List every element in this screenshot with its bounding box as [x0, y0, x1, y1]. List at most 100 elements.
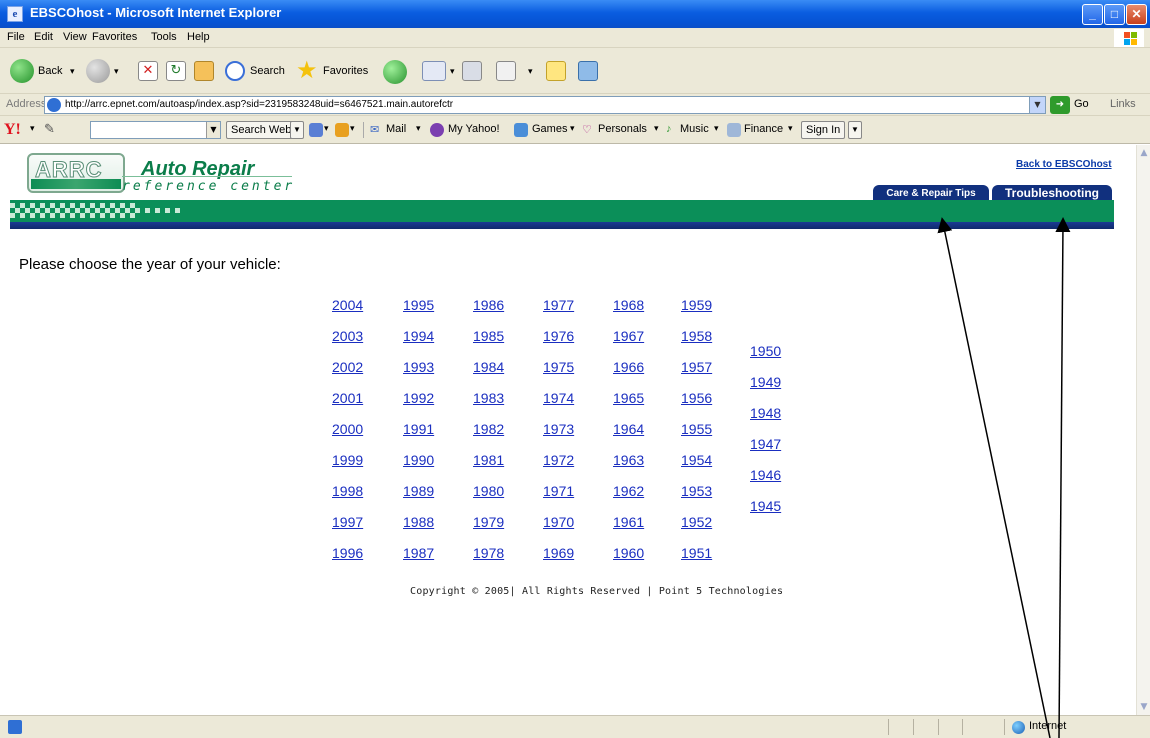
arrc-logo[interactable]: ARRC	[27, 153, 125, 193]
menu-edit[interactable]: Edit	[34, 31, 53, 43]
mail-envelope-icon[interactable]: ✉	[370, 123, 379, 136]
year-link-1947[interactable]: 1947	[750, 436, 781, 452]
year-link-1960[interactable]: 1960	[613, 545, 644, 561]
refresh-icon[interactable]: ↻	[166, 61, 186, 81]
year-link-1981[interactable]: 1981	[473, 452, 504, 468]
menu-file[interactable]: File	[7, 31, 25, 43]
edit-icon[interactable]	[496, 61, 516, 81]
sign-in-dropdown-icon[interactable]: ▼	[848, 121, 862, 139]
home-icon[interactable]	[194, 61, 214, 81]
stop-icon[interactable]: ✕	[138, 61, 158, 81]
year-link-1997[interactable]: 1997	[332, 514, 363, 530]
year-link-1949[interactable]: 1949	[750, 374, 781, 390]
year-link-1973[interactable]: 1973	[543, 421, 574, 437]
year-link-1965[interactable]: 1965	[613, 390, 644, 406]
highlight-icon[interactable]	[309, 123, 323, 137]
search-web-dropdown-icon[interactable]: ▼	[290, 121, 304, 139]
year-link-1966[interactable]: 1966	[613, 359, 644, 375]
maximize-button[interactable]: □	[1104, 4, 1125, 25]
close-button[interactable]: ✕	[1126, 4, 1147, 25]
year-link-1975[interactable]: 1975	[543, 359, 574, 375]
search-web-button[interactable]: Search Web	[226, 121, 297, 139]
my-yahoo-link[interactable]: My Yahoo!	[448, 123, 500, 135]
mail-menu-dropdown-icon[interactable]: ▾	[416, 123, 421, 134]
back-button-label[interactable]: Back	[38, 59, 62, 83]
mail-dropdown-icon[interactable]: ▾	[450, 59, 455, 83]
year-link-1971[interactable]: 1971	[543, 483, 574, 499]
messenger-icon[interactable]	[578, 61, 598, 81]
year-link-1979[interactable]: 1979	[473, 514, 504, 530]
menu-view[interactable]: View	[63, 31, 87, 43]
year-link-1993[interactable]: 1993	[403, 359, 434, 375]
year-link-1985[interactable]: 1985	[473, 328, 504, 344]
search-button-label[interactable]: Search	[250, 59, 285, 83]
yahoo-logo-icon[interactable]: Y!	[4, 121, 21, 139]
year-link-1969[interactable]: 1969	[543, 545, 574, 561]
go-arrow-icon[interactable]: ➜	[1050, 96, 1070, 114]
year-link-1962[interactable]: 1962	[613, 483, 644, 499]
back-to-ebscohost-link[interactable]: Back to EBSCOhost	[1016, 159, 1112, 170]
games-link[interactable]: Games	[532, 123, 567, 135]
yahoo-search-input[interactable]: ▼	[90, 121, 221, 139]
year-link-1963[interactable]: 1963	[613, 452, 644, 468]
scroll-up-icon[interactable]: ▲	[1138, 146, 1150, 160]
year-link-1977[interactable]: 1977	[543, 297, 574, 313]
search-icon[interactable]	[225, 61, 245, 81]
year-link-1945[interactable]: 1945	[750, 498, 781, 514]
year-link-1958[interactable]: 1958	[681, 328, 712, 344]
year-link-1959[interactable]: 1959	[681, 297, 712, 313]
personals-link[interactable]: Personals	[598, 123, 647, 135]
edit-dropdown-icon[interactable]: ▾	[528, 59, 533, 83]
year-link-1961[interactable]: 1961	[613, 514, 644, 530]
forward-dropdown-icon[interactable]: ▾	[114, 59, 119, 83]
address-dropdown-icon[interactable]: ▼	[1029, 97, 1045, 113]
year-link-1982[interactable]: 1982	[473, 421, 504, 437]
year-link-1980[interactable]: 1980	[473, 483, 504, 499]
year-link-1983[interactable]: 1983	[473, 390, 504, 406]
year-link-1978[interactable]: 1978	[473, 545, 504, 561]
highlight-dropdown-icon[interactable]: ▾	[324, 123, 329, 134]
year-link-1953[interactable]: 1953	[681, 483, 712, 499]
menu-help[interactable]: Help	[187, 31, 210, 43]
personals-dropdown-icon[interactable]: ▾	[654, 123, 659, 134]
year-link-1994[interactable]: 1994	[403, 328, 434, 344]
year-link-1956[interactable]: 1956	[681, 390, 712, 406]
year-link-1992[interactable]: 1992	[403, 390, 434, 406]
games-dropdown-icon[interactable]: ▾	[570, 123, 575, 134]
mail-icon[interactable]	[422, 61, 446, 81]
year-link-2002[interactable]: 2002	[332, 359, 363, 375]
back-dropdown-icon[interactable]: ▾	[70, 59, 75, 83]
sign-in-button[interactable]: Sign In	[801, 121, 846, 139]
year-link-1946[interactable]: 1946	[750, 467, 781, 483]
history-icon[interactable]	[383, 60, 407, 84]
forward-arrow-icon[interactable]	[86, 59, 110, 83]
year-link-1970[interactable]: 1970	[543, 514, 574, 530]
year-link-1952[interactable]: 1952	[681, 514, 712, 530]
year-link-1972[interactable]: 1972	[543, 452, 574, 468]
yahoo-search-dropdown-icon[interactable]: ▼	[206, 122, 220, 138]
go-button-label[interactable]: Go	[1074, 98, 1089, 110]
yahoo-dropdown-icon[interactable]: ▾	[30, 123, 35, 134]
year-link-1955[interactable]: 1955	[681, 421, 712, 437]
back-arrow-icon[interactable]	[10, 59, 34, 83]
music-link[interactable]: Music	[680, 123, 709, 135]
year-link-2003[interactable]: 2003	[332, 328, 363, 344]
address-field[interactable]: http://arrc.epnet.com/autoasp/index.asp?…	[44, 96, 1046, 114]
year-link-1984[interactable]: 1984	[473, 359, 504, 375]
year-link-1968[interactable]: 1968	[613, 297, 644, 313]
address-url[interactable]: http://arrc.epnet.com/autoasp/index.asp?…	[65, 99, 453, 110]
year-link-1987[interactable]: 1987	[403, 545, 434, 561]
year-link-1967[interactable]: 1967	[613, 328, 644, 344]
year-link-1950[interactable]: 1950	[750, 343, 781, 359]
year-link-1986[interactable]: 1986	[473, 297, 504, 313]
links-button[interactable]: Links	[1110, 98, 1136, 110]
minimize-button[interactable]: _	[1082, 4, 1103, 25]
year-link-2000[interactable]: 2000	[332, 421, 363, 437]
favorites-star-icon[interactable]: ★	[296, 59, 318, 83]
year-link-1998[interactable]: 1998	[332, 483, 363, 499]
year-link-1988[interactable]: 1988	[403, 514, 434, 530]
year-link-1964[interactable]: 1964	[613, 421, 644, 437]
year-link-2001[interactable]: 2001	[332, 390, 363, 406]
year-link-1996[interactable]: 1996	[332, 545, 363, 561]
finance-link[interactable]: Finance	[744, 123, 783, 135]
